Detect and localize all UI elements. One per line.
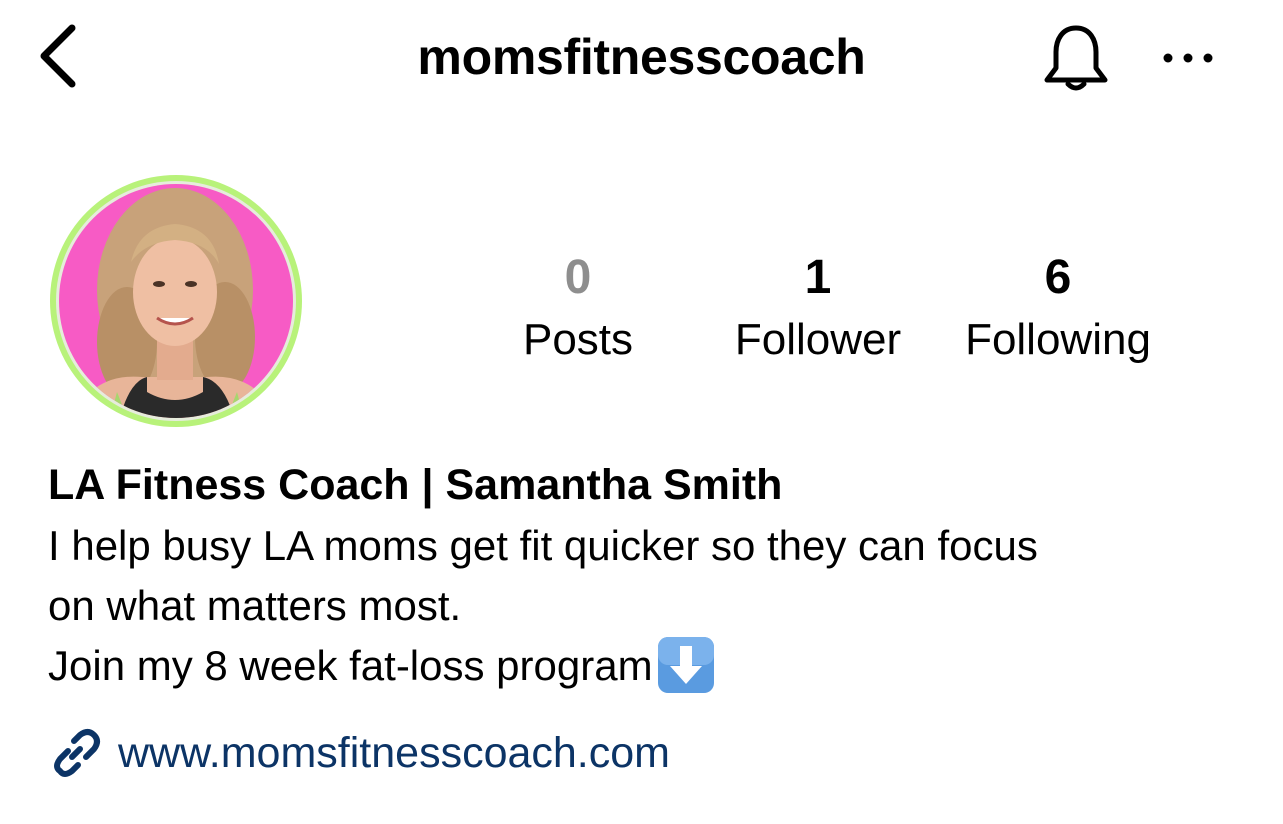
bio-line-2: on what matters most.	[48, 582, 462, 629]
profile-display-name: LA Fitness Coach | Samantha Smith	[48, 461, 783, 509]
bio-line-3-wrap: Join my 8 week fat-loss program	[48, 636, 1038, 696]
stat-followers-label: Follower	[734, 315, 902, 364]
avatar-image	[50, 175, 302, 427]
stat-followers-count: 1	[804, 251, 832, 304]
link-icon	[54, 729, 100, 777]
stat-following[interactable]: 6 Following	[943, 245, 1173, 369]
notifications-button[interactable]	[1036, 18, 1116, 98]
bio-line-3: Join my 8 week fat-loss program	[48, 642, 653, 689]
profile-website-link[interactable]: www.momsfitnesscoach.com	[48, 722, 670, 784]
website-link-text[interactable]: www.momsfitnesscoach.com	[118, 729, 670, 778]
stat-following-count: 6	[1044, 251, 1072, 304]
stat-following-label: Following	[965, 315, 1151, 364]
more-dots-icon	[1163, 53, 1213, 63]
stat-posts-count: 0	[564, 251, 592, 304]
stat-followers[interactable]: 1 Follower	[703, 245, 933, 369]
profile-avatar[interactable]	[47, 172, 305, 430]
profile-bio: I help busy LA moms get fit quicker so t…	[48, 516, 1038, 696]
down-arrow-icon	[657, 637, 714, 693]
stat-posts[interactable]: 0 Posts	[463, 245, 693, 369]
bell-icon	[1044, 25, 1108, 91]
bio-line-1: I help busy LA moms get fit quicker so t…	[48, 522, 1038, 569]
more-options-button[interactable]	[1150, 30, 1225, 85]
stat-posts-label: Posts	[522, 315, 634, 364]
